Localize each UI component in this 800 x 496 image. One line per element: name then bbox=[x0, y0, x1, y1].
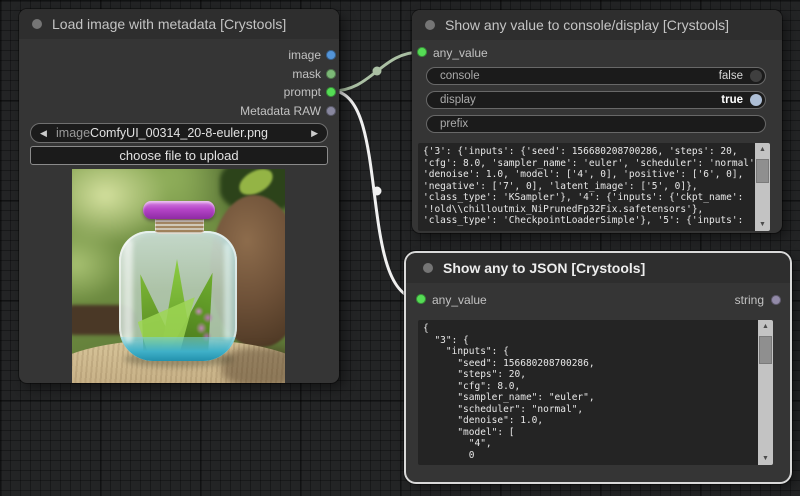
scroll-down-icon[interactable]: ▼ bbox=[758, 452, 773, 465]
combo-next-arrow-icon[interactable]: ▶ bbox=[311, 124, 318, 142]
node-titlebar[interactable]: Load image with metadata [Crystools] bbox=[19, 9, 339, 39]
output-slot-image[interactable] bbox=[326, 50, 336, 60]
node-graph-canvas[interactable]: Load image with metadata [Crystools] ima… bbox=[0, 0, 800, 496]
node-title: Show any to JSON [Crystools] bbox=[443, 260, 645, 276]
scroll-down-icon[interactable]: ▼ bbox=[755, 218, 770, 231]
console-output-textarea[interactable]: {'3': {'inputs': {'seed': 15668020870028… bbox=[418, 143, 770, 231]
scrollbar[interactable]: ▲ ▼ bbox=[758, 320, 773, 465]
scroll-thumb[interactable] bbox=[759, 336, 772, 364]
preview-glass-highlight bbox=[224, 243, 231, 339]
node-title: Show any value to console/display [Cryst… bbox=[445, 17, 729, 33]
node-show-any-value-console-display[interactable]: Show any value to console/display [Cryst… bbox=[412, 10, 782, 233]
combo-value: ComfyUI_00314_20-8-euler.png bbox=[31, 124, 327, 142]
wire-prompt-to-console bbox=[332, 52, 421, 91]
json-output-textarea[interactable]: { "3": { "inputs": { "seed": 15668020870… bbox=[418, 320, 773, 465]
output-slot-mask[interactable] bbox=[326, 69, 336, 79]
widget-label: console bbox=[440, 68, 480, 84]
input-label-any-value: any_value bbox=[433, 46, 488, 60]
output-slot-string[interactable] bbox=[771, 295, 781, 305]
output-label-prompt: prompt bbox=[284, 85, 321, 99]
toggle-on-icon[interactable] bbox=[750, 94, 762, 106]
node-show-any-to-json[interactable]: Show any to JSON [Crystools] any_value s… bbox=[406, 253, 790, 482]
output-slot-metadata-raw[interactable] bbox=[326, 106, 336, 116]
preview-glass-jar bbox=[119, 231, 237, 361]
widget-display-toggle[interactable]: display true bbox=[426, 91, 766, 109]
collapse-dot-icon[interactable] bbox=[423, 263, 433, 273]
preview-glass-highlight bbox=[124, 239, 133, 343]
output-label-image: image bbox=[288, 48, 321, 62]
input-slot-any-value[interactable] bbox=[417, 47, 427, 57]
preview-table-shadow bbox=[222, 347, 285, 383]
output-label-string: string bbox=[735, 293, 764, 307]
node-titlebar[interactable]: Show any to JSON [Crystools] bbox=[406, 253, 790, 283]
preview-jar-lid bbox=[143, 201, 215, 219]
widget-label: prefix bbox=[440, 116, 468, 132]
widget-value: true bbox=[721, 92, 743, 108]
widget-prefix-input[interactable]: prefix bbox=[426, 115, 766, 133]
node-title: Load image with metadata [Crystools] bbox=[52, 16, 286, 32]
widget-console-toggle[interactable]: console false bbox=[426, 67, 766, 85]
image-file-combo[interactable]: ◀ image ComfyUI_00314_20-8-euler.png ▶ bbox=[30, 123, 328, 143]
choose-file-button[interactable]: choose file to upload bbox=[30, 146, 328, 165]
preview-jar-water bbox=[119, 337, 237, 361]
wire-midpoint-dot bbox=[373, 67, 382, 76]
json-output-text: { "3": { "inputs": { "seed": 15668020870… bbox=[418, 320, 758, 464]
image-preview bbox=[72, 169, 285, 383]
scroll-thumb[interactable] bbox=[756, 159, 769, 183]
widget-value: false bbox=[719, 68, 743, 84]
widget-label: display bbox=[440, 92, 476, 108]
output-label-metadata-raw: Metadata RAW bbox=[240, 104, 321, 118]
node-titlebar[interactable]: Show any value to console/display [Cryst… bbox=[412, 10, 782, 40]
wire-midpoint-dot bbox=[373, 187, 382, 196]
input-label-any-value: any_value bbox=[432, 293, 487, 307]
console-output-text: {'3': {'inputs': {'seed': 15668020870028… bbox=[418, 143, 755, 230]
scrollbar[interactable]: ▲ ▼ bbox=[755, 143, 770, 231]
scroll-up-icon[interactable]: ▲ bbox=[755, 143, 770, 156]
collapse-dot-icon[interactable] bbox=[425, 20, 435, 30]
collapse-dot-icon[interactable] bbox=[32, 19, 42, 29]
node-load-image-with-metadata[interactable]: Load image with metadata [Crystools] ima… bbox=[19, 9, 339, 383]
input-slot-any-value[interactable] bbox=[416, 294, 426, 304]
scroll-up-icon[interactable]: ▲ bbox=[758, 320, 773, 333]
output-slot-prompt[interactable] bbox=[326, 87, 336, 97]
output-label-mask: mask bbox=[292, 67, 321, 81]
toggle-off-icon[interactable] bbox=[750, 70, 762, 82]
